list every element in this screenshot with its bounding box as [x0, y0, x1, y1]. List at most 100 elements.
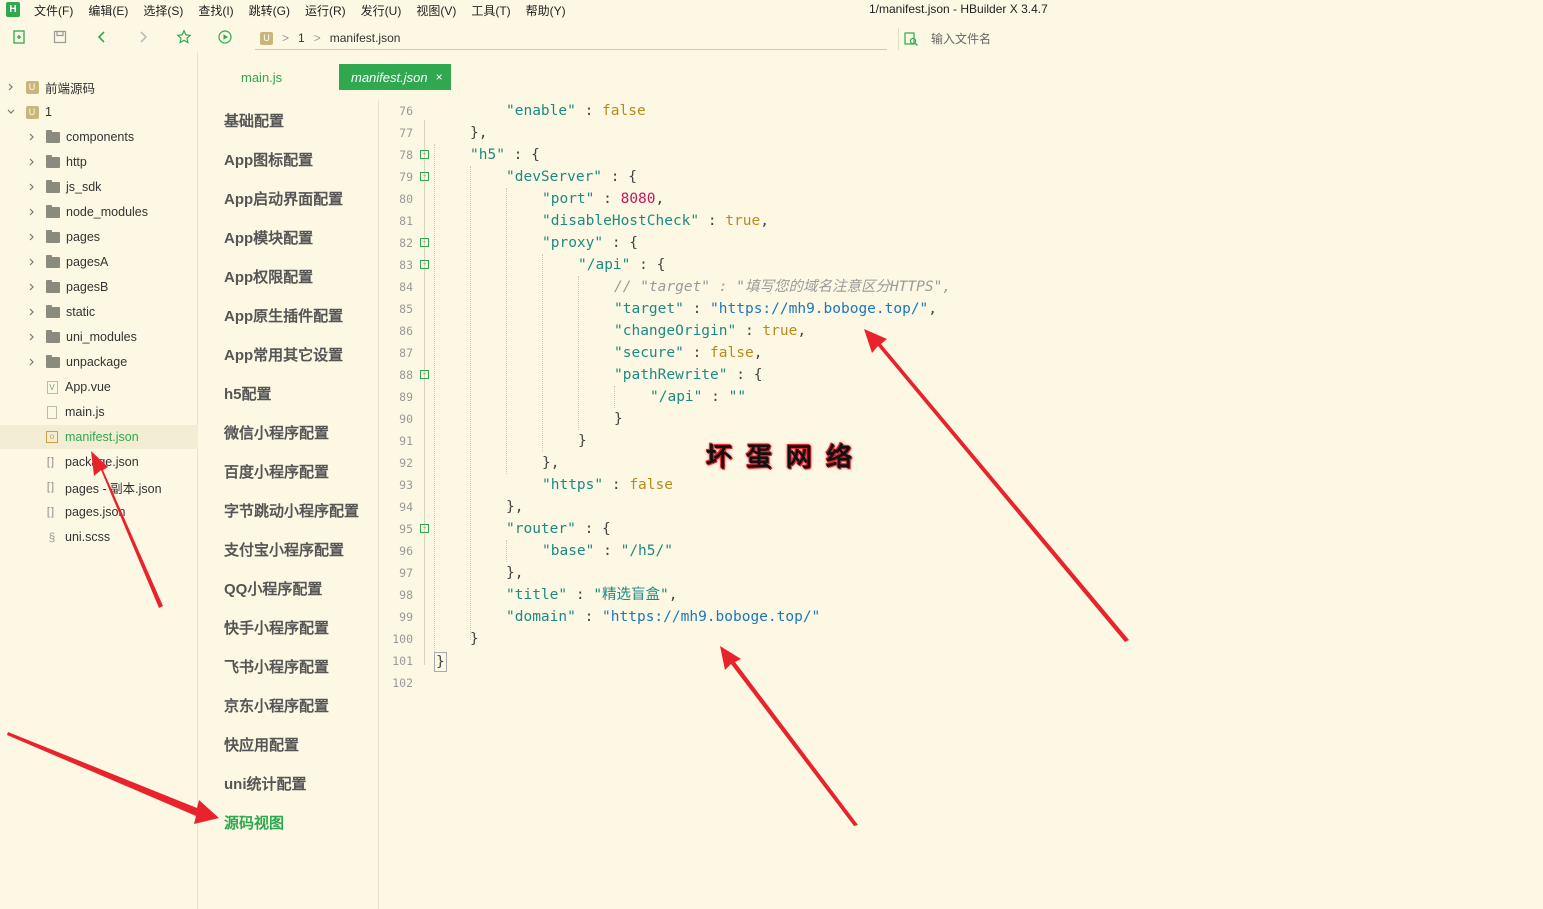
chevron-down-icon[interactable] [5, 106, 17, 118]
tree-item-pagesa[interactable]: pagesA [0, 250, 198, 274]
chevron-right-icon[interactable] [26, 306, 38, 318]
tree-item-package-json[interactable]: [ ] package.json [0, 450, 198, 474]
chevron-right-icon[interactable] [26, 281, 38, 293]
nav-baidu-mp-config[interactable]: 百度小程序配置 [224, 461, 329, 482]
menu-run[interactable]: 运行(R) [305, 2, 346, 19]
new-file-icon[interactable] [10, 28, 28, 46]
tree-item-static[interactable]: static [0, 300, 198, 324]
window-title: 1/manifest.json - HBuilder X 3.4.7 [869, 2, 1048, 16]
fold-icon[interactable]: - [420, 238, 429, 247]
chevron-right-icon[interactable] [26, 156, 38, 168]
chevron-right-icon[interactable] [26, 331, 38, 343]
fold-icon[interactable]: - [420, 260, 429, 269]
menu-view[interactable]: 视图(V) [416, 2, 456, 19]
code-key: "router" [506, 521, 576, 537]
menu-goto[interactable]: 跳转(G) [249, 2, 290, 19]
code-key: "h5" [470, 147, 505, 163]
code-bool: true [725, 213, 761, 229]
tree-item-components[interactable]: components [0, 125, 198, 149]
nav-alipay-mp-config[interactable]: 支付宝小程序配置 [224, 539, 344, 560]
menu-edit[interactable]: 编辑(E) [88, 2, 128, 19]
nav-app-splash-config[interactable]: App启动界面配置 [224, 188, 343, 209]
nav-kuaishou-mp-config[interactable]: 快手小程序配置 [224, 617, 329, 638]
breadcrumb-project[interactable]: 1 [298, 31, 305, 45]
fold-icon[interactable]: - [420, 150, 429, 159]
tree-item-project-1[interactable]: U 1 [0, 100, 198, 124]
tree-item-node-modules[interactable]: node_modules [0, 200, 198, 224]
nav-quickapp-config[interactable]: 快应用配置 [224, 734, 299, 755]
folder-icon [46, 279, 60, 293]
forward-icon[interactable] [134, 28, 152, 46]
tree-item-uni-modules[interactable]: uni_modules [0, 325, 198, 349]
nav-qq-mp-config[interactable]: QQ小程序配置 [224, 578, 322, 599]
nav-feishu-mp-config[interactable]: 飞书小程序配置 [224, 656, 329, 677]
fold-icon[interactable]: - [420, 172, 429, 181]
js-file-icon [47, 405, 57, 419]
nav-uni-stat-config[interactable]: uni统计配置 [224, 773, 307, 794]
fold-icon[interactable]: - [420, 524, 429, 533]
tree-item-manifest-json[interactable]: o manifest.json [0, 425, 198, 449]
folder-icon [46, 204, 60, 218]
tree-item-frontend-source[interactable]: U 前端源码 [0, 75, 198, 99]
chevron-right-icon[interactable] [26, 256, 38, 268]
tree-item-pages-json[interactable]: [ ] pages.json [0, 500, 198, 524]
menu-bar: H 文件(F) 编辑(E) 选择(S) 查找(I) 跳转(G) 运行(R) 发行… [0, 0, 1543, 20]
file-search-input[interactable] [931, 32, 1491, 46]
tree-item-pages[interactable]: pages [0, 225, 198, 249]
nav-app-other-settings[interactable]: App常用其它设置 [224, 344, 343, 365]
tree-item-js-sdk[interactable]: js_sdk [0, 175, 198, 199]
nav-app-native-plugins-config[interactable]: App原生插件配置 [224, 305, 343, 326]
nav-h5-config[interactable]: h5配置 [224, 383, 272, 404]
nav-source-view[interactable]: 源码视图 [224, 812, 284, 833]
menu-help[interactable]: 帮助(Y) [526, 2, 566, 19]
close-icon[interactable]: × [436, 70, 443, 84]
tree-item-pagesb[interactable]: pagesB [0, 275, 198, 299]
code-bool: true [762, 323, 798, 339]
tree-item-uni-scss[interactable]: § uni.scss [0, 525, 198, 549]
tree-item-pages-copy-json[interactable]: [ ] pages - 副本.json [0, 475, 198, 499]
tree-item-label: js_sdk [66, 180, 102, 194]
code-punct: } [470, 631, 479, 647]
tree-item-http[interactable]: http [0, 150, 198, 174]
tree-item-label: pages.json [65, 505, 126, 519]
chevron-right-icon[interactable] [26, 181, 38, 193]
tab-main-js[interactable]: main.js [199, 64, 339, 90]
fold-icon[interactable]: - [420, 370, 429, 379]
tree-item-label: pages [66, 230, 101, 244]
nav-basic-config[interactable]: 基础配置 [224, 110, 284, 131]
code-key: "title" [506, 587, 568, 603]
line-number: 101 [392, 654, 413, 668]
nav-app-permissions-config[interactable]: App权限配置 [224, 266, 313, 287]
file-search-icon[interactable] [903, 31, 919, 47]
line-number: 88 [399, 368, 413, 382]
nav-weixin-mp-config[interactable]: 微信小程序配置 [224, 422, 329, 443]
chevron-right-icon[interactable] [26, 206, 38, 218]
breadcrumb-file[interactable]: manifest.json [330, 31, 401, 45]
menu-find[interactable]: 查找(I) [198, 2, 233, 19]
tree-item-main-js[interactable]: main.js [0, 400, 198, 424]
run-icon[interactable] [216, 28, 234, 46]
folder-icon [46, 229, 60, 243]
chevron-right-icon[interactable] [5, 81, 17, 93]
nav-app-modules-config[interactable]: App模块配置 [224, 227, 313, 248]
tree-item-unpackage[interactable]: unpackage [0, 350, 198, 374]
chevron-right-icon[interactable] [26, 356, 38, 368]
star-icon[interactable] [175, 28, 193, 46]
tree-item-app-vue[interactable]: V App.vue [0, 375, 198, 399]
line-number: 99 [399, 610, 413, 624]
save-icon[interactable] [51, 28, 69, 46]
menu-file[interactable]: 文件(F) [34, 2, 73, 19]
menu-select[interactable]: 选择(S) [143, 2, 183, 19]
nav-bytedance-mp-config[interactable]: 字节跳动小程序配置 [224, 500, 359, 521]
line-number: 77 [399, 126, 413, 140]
back-icon[interactable] [93, 28, 111, 46]
chevron-right-icon[interactable] [26, 131, 38, 143]
menu-publish[interactable]: 发行(U) [361, 2, 402, 19]
chevron-right-icon[interactable] [26, 231, 38, 243]
nav-jd-mp-config[interactable]: 京东小程序配置 [224, 695, 329, 716]
menu-tools[interactable]: 工具(T) [471, 2, 510, 19]
tab-manifest-json[interactable]: manifest.json × [339, 64, 451, 90]
code-punct: : { [630, 257, 666, 273]
code-editor[interactable]: 76 "enable" : false 77 }, 78 - "h5" : { … [380, 100, 1543, 700]
nav-app-icon-config[interactable]: App图标配置 [224, 149, 313, 170]
